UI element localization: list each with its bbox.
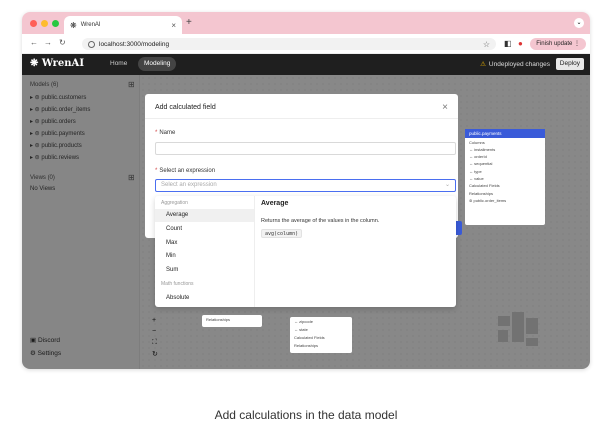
url-text: localhost:3000/modeling	[99, 40, 170, 48]
browser-window: ❋ WrenAI × + ⌄ ← → ↻ localhost:3000/mode…	[22, 12, 590, 369]
chevron-down-icon: ⌄	[444, 182, 450, 188]
expression-dropdown: Aggregation Average Count Max Min Sum Ma…	[155, 196, 456, 307]
card-row-label: value	[474, 175, 484, 181]
forward-icon[interactable]: →	[44, 38, 52, 47]
expression-option-list: Aggregation Average Count Max Min Sum Ma…	[155, 196, 255, 307]
card-row: ↔ installments	[469, 146, 496, 152]
card-row: Columns	[469, 139, 485, 145]
card-row-label: type	[474, 168, 482, 174]
modal-title: Add calculated field	[155, 104, 216, 111]
app-header: ❋ WrenAI Home Modeling ⚠ Undeployed chang…	[22, 54, 590, 75]
name-label: * Name	[155, 130, 176, 136]
bookmark-star-icon[interactable]: ☆	[483, 40, 490, 49]
window-controls	[30, 20, 59, 27]
new-tab-icon[interactable]: +	[186, 17, 192, 28]
sidepanel-icon[interactable]: ◧	[504, 39, 512, 48]
url-field[interactable]: localhost:3000/modeling ☆	[82, 38, 496, 50]
expression-label: * Select an expression	[155, 168, 216, 174]
card-row: ⊜ public.order_items	[469, 197, 507, 203]
close-icon[interactable]: ×	[442, 102, 448, 113]
nav-home[interactable]: Home	[110, 60, 127, 67]
undeployed-label: Undeployed changes	[488, 61, 550, 68]
group-aggregation: Aggregation	[161, 200, 188, 206]
name-input[interactable]	[155, 142, 456, 155]
option-sum[interactable]: Sum	[155, 264, 254, 277]
expression-label-text: Select an expression	[159, 168, 216, 174]
browser-tab[interactable]: ❋ WrenAI ×	[64, 16, 182, 34]
expression-select[interactable]: Select an expression ⌄	[155, 179, 456, 192]
undeployed-status: ⚠ Undeployed changes	[480, 60, 550, 68]
card-row: ↔ zipcode	[294, 318, 313, 324]
card-row: ↔ type	[469, 168, 482, 174]
figure-caption: Add calculations in the data model	[214, 408, 398, 422]
name-label-text: Name	[159, 130, 176, 136]
card-row: ↔ state	[294, 326, 308, 332]
group-math-functions: Math functions	[161, 281, 194, 287]
card-row: Relationships	[206, 316, 231, 322]
brand-logo[interactable]: ❋ WrenAI	[30, 58, 84, 69]
card-row: ↔ orderId	[469, 154, 487, 160]
card-row-label: zipcode	[299, 318, 313, 324]
option-average[interactable]: Average	[155, 209, 254, 222]
close-window-button[interactable]	[30, 20, 37, 27]
finish-update-label: Finish update	[536, 41, 573, 47]
card-row-label: orderId	[474, 154, 487, 160]
browser-tab-bar: ❋ WrenAI × + ⌄	[22, 12, 590, 34]
card-row: Calculated Fields	[294, 334, 325, 340]
site-info-icon[interactable]	[88, 40, 95, 48]
tab-menu-icon[interactable]: ⌄	[574, 18, 584, 28]
detail-title: Average	[261, 200, 289, 207]
address-bar: ← → ↻ localhost:3000/modeling ☆ ◧ ● Fini…	[22, 34, 590, 54]
card-row-label: sequential	[474, 161, 493, 167]
close-tab-icon[interactable]: ×	[171, 21, 176, 30]
card-row: Relationships	[469, 190, 494, 196]
card-row: ↔ sequential	[469, 161, 493, 167]
back-icon[interactable]: ←	[30, 38, 38, 47]
card-row-label: installments	[474, 146, 496, 152]
modal-divider	[145, 118, 458, 119]
option-count[interactable]: Count	[155, 223, 254, 236]
finish-update-button[interactable]: Finish update ⋮	[530, 38, 586, 50]
card-row: Calculated Fields	[469, 183, 500, 189]
card-row-label: public.order_items	[473, 197, 507, 203]
model-card-mini[interactable]: ↔ zipcode ↔ state Calculated Fields Rela…	[290, 317, 352, 353]
maximize-window-button[interactable]	[52, 20, 59, 27]
card-row: Relationships	[294, 342, 319, 348]
option-min[interactable]: Min	[155, 250, 254, 263]
expression-placeholder: Select an expression	[161, 182, 217, 188]
detail-description: Returns the average of the values in the…	[261, 218, 380, 224]
detail-syntax: avg(column)	[261, 229, 303, 238]
option-absolute[interactable]: Absolute	[155, 292, 254, 305]
profile-icon[interactable]: ●	[518, 39, 523, 48]
card-row: ↔ value	[469, 175, 484, 181]
reload-icon[interactable]: ↻	[59, 38, 66, 47]
model-card-mini[interactable]: Relationships	[202, 315, 262, 327]
option-max[interactable]: Max	[155, 237, 254, 250]
wrenai-logo-icon: ❋	[70, 20, 77, 30]
warning-icon: ⚠	[480, 61, 486, 68]
tab-title: WrenAI	[80, 22, 101, 28]
card-row-label: state	[299, 326, 308, 332]
brand-name: WrenAI	[41, 58, 84, 69]
model-card-payments[interactable]: public.payments Columns ↔ installments ↔…	[465, 129, 545, 225]
model-card-header: public.payments	[465, 129, 545, 138]
nav-modeling[interactable]: Modeling	[138, 57, 177, 71]
deploy-button[interactable]: Deploy	[555, 58, 584, 70]
minimize-window-button[interactable]	[41, 20, 48, 27]
